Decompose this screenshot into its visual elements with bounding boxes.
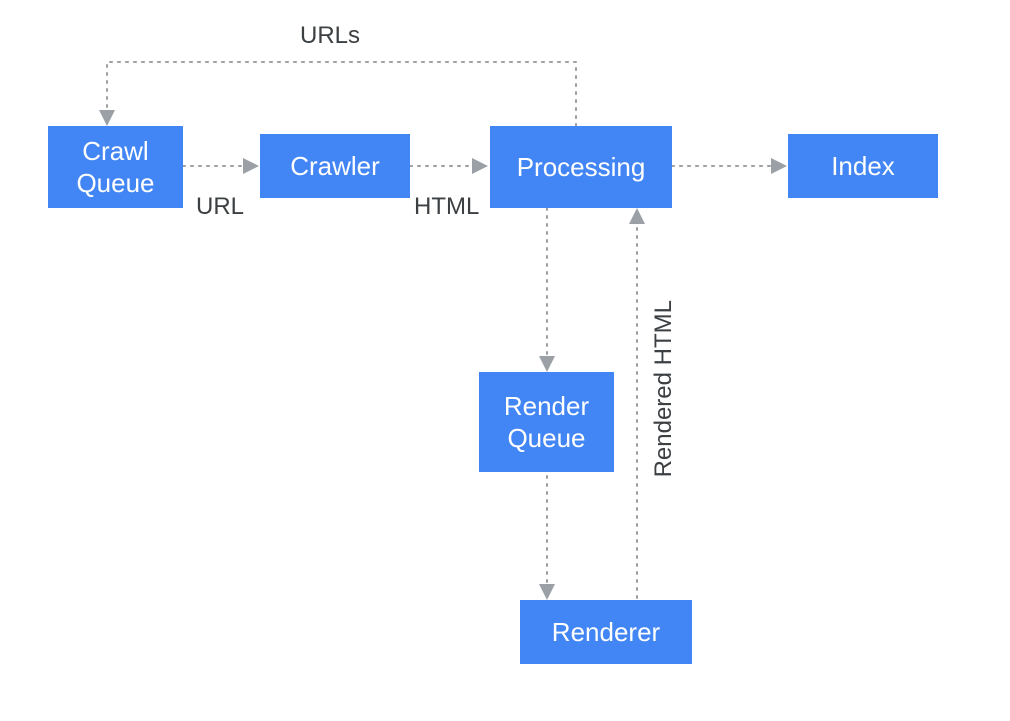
- node-index: Index: [788, 134, 938, 198]
- node-label: Processing: [517, 151, 646, 184]
- node-label: Render Queue: [504, 390, 589, 455]
- node-renderer: Renderer: [520, 600, 692, 664]
- node-render-queue: Render Queue: [479, 372, 614, 472]
- arrows-layer: [0, 0, 1010, 721]
- edge-label-url: URL: [196, 193, 244, 221]
- node-label: Renderer: [552, 616, 660, 649]
- edge-label-urls: URLs: [300, 22, 360, 50]
- edge-label-html: HTML: [414, 193, 479, 221]
- node-label: Index: [831, 150, 895, 183]
- node-label: Crawl Queue: [76, 135, 154, 200]
- node-label: Crawler: [290, 150, 380, 183]
- node-crawl-queue: Crawl Queue: [48, 126, 183, 208]
- diagram-canvas: Crawl Queue Crawler Processing Index Ren…: [0, 0, 1010, 721]
- node-crawler: Crawler: [260, 134, 410, 198]
- edge-label-rendered-html: Rendered HTML: [650, 300, 678, 477]
- node-processing: Processing: [490, 126, 672, 208]
